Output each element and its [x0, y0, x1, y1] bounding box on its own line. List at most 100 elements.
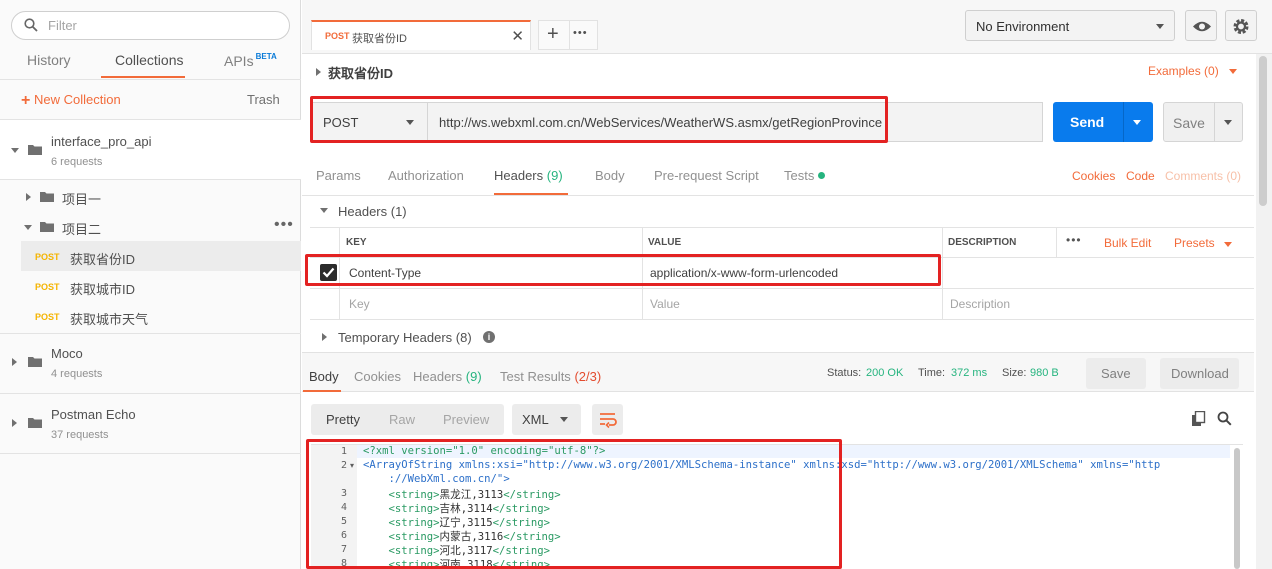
- close-icon[interactable]: ✕: [511, 27, 524, 45]
- annotation-highlight: [306, 439, 842, 569]
- environment-select[interactable]: No Environment: [965, 10, 1175, 41]
- send-button[interactable]: Send: [1053, 102, 1153, 142]
- divider: [310, 288, 1254, 289]
- tests-dot-icon: [818, 172, 825, 179]
- trash-button[interactable]: Trash: [247, 92, 280, 107]
- new-description-input[interactable]: Description: [950, 297, 1010, 311]
- format-select[interactable]: XML: [512, 404, 581, 435]
- temporary-headers-title: Temporary Headers (8): [338, 330, 472, 345]
- view-raw-button[interactable]: Raw: [389, 412, 415, 427]
- response-tab-tests[interactable]: Test Results (2/3): [500, 369, 601, 384]
- new-key-input[interactable]: Key: [349, 297, 370, 311]
- request-name: 获取城市天气: [70, 312, 149, 327]
- cookies-link[interactable]: Cookies: [1072, 169, 1115, 183]
- collection-name: Postman Echo: [51, 407, 136, 422]
- window-scrollbar-thumb[interactable]: [1259, 56, 1267, 206]
- request-item[interactable]: [21, 302, 301, 330]
- tab-tests[interactable]: Tests: [784, 168, 814, 183]
- divider: [310, 227, 1254, 228]
- more-options-icon[interactable]: •••: [274, 216, 294, 234]
- chevron-right-icon[interactable]: [316, 68, 321, 76]
- tab-authorization[interactable]: Authorization: [388, 168, 464, 183]
- chevron-down-icon[interactable]: [1224, 120, 1232, 125]
- collection-count: 37 requests: [51, 429, 109, 441]
- collection-count: 4 requests: [51, 368, 103, 380]
- view-preview-button[interactable]: Preview: [443, 412, 489, 427]
- response-tab-tests-count: (2/3): [574, 369, 602, 384]
- search-icon[interactable]: [1217, 411, 1232, 426]
- chevron-right-icon: [12, 358, 17, 366]
- settings-button[interactable]: [1225, 10, 1257, 41]
- response-tab-body[interactable]: Body: [309, 369, 339, 384]
- folder-icon: [28, 357, 42, 367]
- download-label: Download: [1171, 366, 1229, 381]
- new-tab-button[interactable]: +: [547, 23, 559, 46]
- chevron-down-icon: [560, 417, 568, 422]
- method-tag: POST: [35, 252, 60, 262]
- filter-input[interactable]: Filter: [11, 11, 290, 40]
- more-tabs-icon[interactable]: •••: [573, 27, 588, 39]
- examples-dropdown[interactable]: Examples (0): [1148, 64, 1219, 78]
- tab-headers[interactable]: Headers (9): [494, 168, 563, 183]
- tab-collections[interactable]: Collections: [115, 52, 183, 68]
- tab-params[interactable]: Params: [316, 168, 361, 183]
- request-item[interactable]: [21, 272, 301, 300]
- annotation-highlight: [305, 254, 941, 286]
- presets-dropdown[interactable]: Presets: [1174, 236, 1215, 250]
- filter-placeholder: Filter: [48, 18, 77, 33]
- new-collection-button[interactable]: + New Collection: [21, 92, 121, 110]
- new-value-input[interactable]: Value: [650, 297, 680, 311]
- chevron-right-icon[interactable]: [322, 333, 327, 341]
- collection-interface-pro-api[interactable]: [0, 120, 301, 180]
- view-pretty-button[interactable]: Pretty: [326, 412, 360, 427]
- time-value[interactable]: 372 ms: [951, 367, 987, 379]
- size-value[interactable]: 980 B: [1030, 367, 1059, 379]
- bulk-edit-link[interactable]: Bulk Edit: [1104, 236, 1151, 250]
- divider: [1056, 228, 1057, 258]
- request-name: 获取城市ID: [70, 282, 136, 297]
- tab-prerequest[interactable]: Pre-request Script: [654, 168, 759, 183]
- time-label: Time:: [918, 367, 946, 379]
- download-button[interactable]: Download: [1160, 358, 1239, 389]
- response-tab-headers-count: (9): [465, 369, 482, 384]
- request-item-selected[interactable]: [21, 241, 301, 271]
- gear-icon: [1233, 19, 1249, 34]
- chevron-down-icon: [1229, 69, 1237, 74]
- tab-apis-label: APIs: [224, 53, 254, 69]
- send-label: Send: [1070, 114, 1105, 130]
- collection-postman-echo[interactable]: [0, 394, 301, 452]
- response-tab-headers-label: Headers: [413, 369, 463, 384]
- divider: [1123, 102, 1124, 142]
- collection-moco[interactable]: [0, 334, 301, 392]
- response-save-button[interactable]: Save: [1086, 358, 1146, 389]
- chevron-right-icon: [26, 193, 31, 201]
- copy-icon[interactable]: [1191, 411, 1206, 427]
- response-tab-cookies[interactable]: Cookies: [354, 369, 401, 384]
- quick-look-button[interactable]: [1185, 10, 1217, 41]
- method-tag: POST: [35, 282, 60, 292]
- tab-history[interactable]: History: [27, 52, 71, 68]
- tab-body[interactable]: Body: [595, 168, 625, 183]
- chevron-right-icon: [12, 419, 17, 427]
- status-value[interactable]: 200 OK: [866, 367, 903, 379]
- code-link[interactable]: Code: [1126, 169, 1155, 183]
- request-name: 获取省份ID: [70, 252, 136, 267]
- chevron-down-icon[interactable]: [1133, 120, 1141, 125]
- request-tab[interactable]: POST 获取省份ID ✕: [311, 20, 531, 50]
- method-tag: POST: [35, 312, 60, 322]
- active-tab-indicator: [101, 76, 185, 78]
- response-tab-headers[interactable]: Headers (9): [413, 369, 482, 384]
- tab-apis[interactable]: APIs BETA: [224, 52, 277, 69]
- divider: [302, 195, 1254, 196]
- more-options-icon[interactable]: •••: [1066, 233, 1082, 247]
- editor-scrollbar[interactable]: [1234, 448, 1240, 569]
- save-button[interactable]: Save: [1163, 102, 1243, 142]
- wrap-lines-button[interactable]: [592, 404, 623, 435]
- comments-link[interactable]: Comments (0): [1165, 169, 1241, 183]
- annotation-highlight: [310, 96, 888, 143]
- sidebar: Filter History Collections APIs BETA + Ne…: [0, 0, 301, 569]
- search-icon: [24, 18, 38, 32]
- info-icon[interactable]: i: [483, 331, 495, 343]
- chevron-down-icon[interactable]: [320, 208, 328, 213]
- environment-value: No Environment: [976, 19, 1070, 34]
